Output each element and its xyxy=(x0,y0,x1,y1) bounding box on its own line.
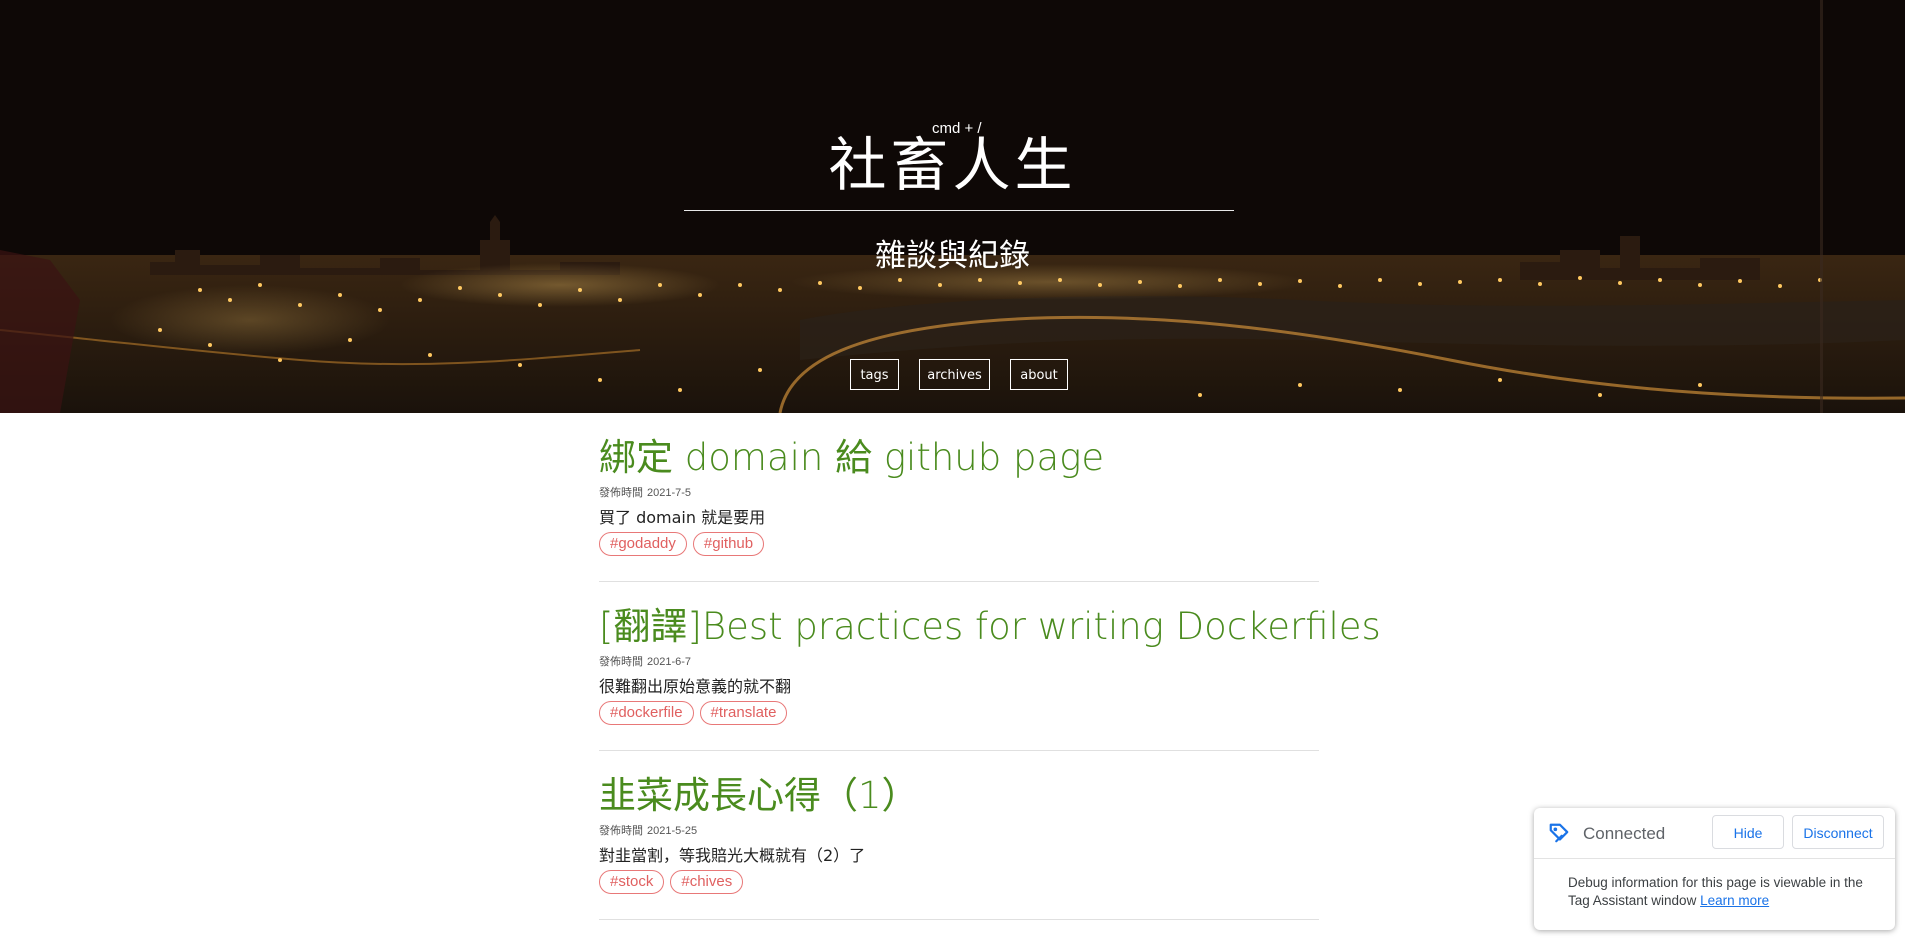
post-date: 發佈時間 2021-6-7 xyxy=(599,653,1319,669)
post-date-value: 2021-7-5 xyxy=(647,487,692,499)
tag-link[interactable]: #dockerfile xyxy=(599,701,694,725)
nav-about-button[interactable]: about xyxy=(1010,359,1068,390)
hero-banner: 社畜人生 cmd + / 雜談與紀錄 tags archives about xyxy=(0,0,1905,413)
post-item: 綁定 domain 給 github page 發佈時間 2021-7-5 買了 … xyxy=(599,436,1319,556)
shortcut-hint: cmd + / xyxy=(932,120,982,137)
post-tags: #godaddy #github xyxy=(599,532,1319,556)
post-excerpt: 對韭當割，等我賠光大概就有（2）了 xyxy=(599,846,866,865)
post-tags: #dockerfile #translate xyxy=(599,701,1319,725)
tag-link[interactable]: #translate xyxy=(699,701,788,725)
city-night-background xyxy=(0,0,1905,413)
tag-assistant-panel: Connected Hide Disconnect Debug informat… xyxy=(1534,808,1895,930)
post-divider xyxy=(599,750,1319,751)
tag-link[interactable]: #github xyxy=(692,532,765,556)
hide-button[interactable]: Hide xyxy=(1712,815,1784,849)
post-date-value: 2021-6-7 xyxy=(647,656,692,668)
connection-status: Connected xyxy=(1583,824,1666,843)
post-title-link[interactable]: 韭菜成長心得（1） xyxy=(599,774,1319,818)
tag-link[interactable]: #chives xyxy=(670,870,744,894)
post-excerpt: 買了 domain 就是要用 xyxy=(599,508,766,527)
post-date-label: 發佈時間 xyxy=(599,656,643,668)
post-date-label: 發佈時間 xyxy=(599,487,643,499)
post-title-link[interactable]: 綁定 domain 給 github page xyxy=(599,436,1319,480)
post-date: 發佈時間 2021-7-5 xyxy=(599,484,1319,500)
post-excerpt: 很難翻出原始意義的就不翻 xyxy=(599,677,792,696)
post-item: [翻譯]Best practices for writing Dockerfil… xyxy=(599,605,1381,725)
post-date-label: 發佈時間 xyxy=(599,825,643,837)
post-item: 韭菜成長心得（1） 發佈時間 2021-5-25 對韭當割，等我賠光大概就有（2）… xyxy=(599,774,1319,894)
post-divider xyxy=(599,919,1319,920)
post-tags: #stock #chives xyxy=(599,870,1319,894)
site-subtitle: 雜談與紀錄 xyxy=(875,238,1030,274)
disconnect-button[interactable]: Disconnect xyxy=(1792,815,1884,849)
learn-more-link[interactable]: Learn more xyxy=(1700,893,1769,908)
tag-link[interactable]: #stock xyxy=(599,870,665,894)
tag-assistant-message: Debug information for this page is viewa… xyxy=(1568,874,1878,910)
tag-assistant-logo-icon xyxy=(1549,823,1569,843)
post-divider xyxy=(599,581,1319,582)
nav-tags-button[interactable]: tags xyxy=(850,359,899,390)
title-divider xyxy=(684,210,1234,211)
post-date-value: 2021-5-25 xyxy=(647,825,698,837)
post-title-link[interactable]: [翻譯]Best practices for writing Dockerfil… xyxy=(599,605,1381,649)
nav-archives-button[interactable]: archives xyxy=(919,359,990,390)
tag-assistant-header: Connected Hide Disconnect xyxy=(1534,808,1895,859)
tag-link[interactable]: #godaddy xyxy=(599,532,687,556)
post-date: 發佈時間 2021-5-25 xyxy=(599,822,1319,838)
